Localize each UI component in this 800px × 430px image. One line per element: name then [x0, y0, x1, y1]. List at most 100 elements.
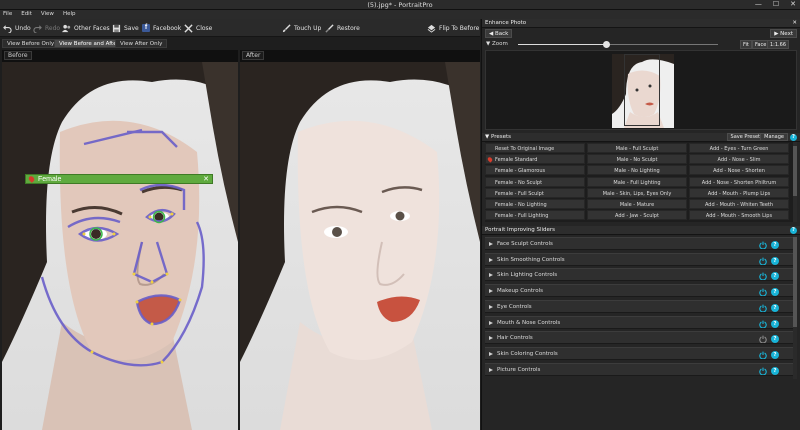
preset-item[interactable]: Add - Eyes - Turn Green — [689, 143, 789, 153]
facebook-button[interactable]: f Facebook — [142, 22, 181, 34]
power-toggle-icon[interactable] — [759, 241, 767, 249]
flip-to-before-button[interactable]: Flip To Before — [427, 22, 479, 34]
slider-group-row[interactable]: Skin Lighting Controls? — [485, 268, 793, 282]
sliders-scrollbar[interactable] — [793, 235, 797, 379]
menu-edit[interactable]: Edit — [21, 10, 32, 19]
presets-help-icon[interactable]: ? — [790, 134, 797, 141]
after-photo[interactable] — [240, 62, 480, 430]
back-label: Back — [494, 31, 509, 37]
preset-item[interactable]: Add - Nose - Shorten Philtrum — [689, 176, 789, 187]
save-button[interactable]: Save — [112, 22, 139, 34]
preset-item[interactable]: Add - Mouth - Plump Lips — [689, 187, 789, 198]
help-icon[interactable]: ? — [771, 256, 779, 265]
preset-item[interactable]: Male - No Sculpt — [587, 154, 687, 165]
preset-item[interactable]: Male - Skin, Lips, Eyes Only — [587, 187, 687, 198]
presets-scroll-thumb[interactable] — [793, 146, 797, 196]
preset-item[interactable]: Male - Full Sculpt — [587, 143, 687, 153]
touch-up-button[interactable]: Touch Up — [282, 22, 321, 34]
sliders-help-icon[interactable]: ? — [790, 227, 797, 234]
power-toggle-icon[interactable] — [759, 304, 767, 312]
face-tag-close-icon[interactable]: ✕ — [203, 175, 209, 184]
preset-item[interactable]: Female Standard — [485, 154, 585, 165]
preset-item[interactable]: Add - Nose - Slim — [689, 154, 789, 165]
expand-triangle-icon[interactable] — [489, 304, 493, 309]
help-icon[interactable]: ? — [771, 335, 779, 344]
preset-item[interactable]: Female - Glamorous — [485, 165, 585, 176]
preset-item[interactable]: Female - No Lighting — [485, 199, 585, 209]
slider-group-row[interactable]: Eye Controls? — [485, 299, 793, 313]
preset-item[interactable]: Female - No Sculpt — [485, 176, 585, 187]
redo-button[interactable]: Redo — [33, 22, 60, 34]
sliders-scroll-thumb[interactable] — [793, 237, 797, 327]
manage-presets-button[interactable]: Manage — [760, 133, 788, 141]
slider-group-row[interactable]: Skin Smoothing Controls? — [485, 252, 793, 266]
before-photo[interactable] — [2, 62, 238, 430]
slider-group-row[interactable]: Hair Controls? — [485, 331, 793, 345]
power-toggle-icon[interactable] — [759, 367, 767, 375]
power-toggle-icon[interactable] — [759, 335, 767, 344]
face-gender-tag[interactable]: Female ✕ — [25, 174, 213, 184]
help-icon[interactable]: ? — [771, 288, 779, 297]
panel-close-icon[interactable]: ✕ — [792, 19, 797, 28]
power-toggle-icon[interactable] — [759, 351, 767, 359]
preset-item[interactable]: Add - Jaw - Sculpt — [587, 210, 687, 221]
expand-triangle-icon[interactable] — [489, 320, 493, 325]
preset-item[interactable]: Male - Full Lighting — [587, 176, 687, 187]
help-icon[interactable]: ? — [771, 303, 779, 312]
expand-triangle-icon[interactable] — [489, 257, 493, 262]
slider-group-row[interactable]: Face Sculpt Controls? — [485, 237, 793, 250]
preset-item[interactable]: Male - No Lighting — [587, 165, 687, 176]
tab-view-before-and-after[interactable]: View Before and After — [54, 39, 124, 48]
expand-triangle-icon[interactable] — [489, 242, 493, 246]
zoom-slider-thumb[interactable] — [602, 41, 610, 48]
next-button[interactable]: ▶ Next — [770, 29, 797, 38]
navigator-preview[interactable] — [485, 50, 797, 130]
tab-view-before-only[interactable]: View Before Only — [2, 39, 60, 48]
preset-item[interactable]: Reset To Original Image — [485, 143, 585, 153]
expand-triangle-icon[interactable] — [489, 289, 493, 294]
collapse-triangle-icon[interactable]: ▼ — [485, 134, 489, 140]
expand-triangle-icon[interactable] — [489, 336, 493, 341]
undo-button[interactable]: Undo — [3, 22, 31, 34]
help-icon[interactable]: ? — [771, 319, 779, 328]
preset-item[interactable]: Female - Full Lighting — [485, 210, 585, 221]
ratio-button[interactable]: 1:1.66 — [767, 40, 789, 49]
viewport-rectangle[interactable] — [624, 54, 660, 126]
maximize-button[interactable]: ☐ — [773, 0, 779, 8]
restore-button[interactable]: Restore — [325, 22, 360, 34]
help-icon[interactable]: ? — [771, 272, 779, 281]
power-toggle-icon[interactable] — [759, 272, 767, 281]
menu-view[interactable]: View — [41, 10, 54, 19]
menu-help[interactable]: Help — [63, 10, 76, 19]
preset-item[interactable]: Female - Full Sculpt — [485, 187, 585, 198]
close-window-button[interactable]: ✕ — [790, 0, 796, 8]
brush-icon — [282, 23, 291, 32]
preset-item[interactable]: Add - Nose - Shorten — [689, 165, 789, 176]
expand-triangle-icon[interactable] — [489, 351, 493, 356]
help-icon[interactable]: ? — [771, 241, 779, 249]
expand-triangle-icon[interactable] — [489, 273, 493, 278]
slider-group-row[interactable]: Makeup Controls? — [485, 284, 793, 298]
slider-group-row[interactable]: Picture Controls? — [485, 362, 793, 376]
preset-item[interactable]: Add - Mouth - Smooth Lips — [689, 210, 789, 221]
close-button[interactable]: Close — [184, 22, 212, 34]
slider-group-row[interactable]: Mouth & Nose Controls? — [485, 315, 793, 329]
slider-group-row[interactable]: Skin Coloring Controls? — [485, 346, 793, 360]
slider-group-label: Makeup Controls — [497, 288, 543, 295]
power-toggle-icon[interactable] — [759, 320, 767, 328]
save-preset-button[interactable]: Save Preset — [726, 133, 764, 141]
expand-triangle-icon[interactable] — [489, 367, 493, 372]
tab-view-after-only[interactable]: View After Only — [115, 39, 168, 48]
minimize-button[interactable]: — — [755, 0, 762, 8]
preset-item[interactable]: Add - Mouth - Whiten Teeth — [689, 199, 789, 209]
other-faces-button[interactable]: Other Faces — [62, 22, 110, 34]
power-toggle-icon[interactable] — [759, 257, 767, 265]
presets-scrollbar[interactable] — [793, 142, 797, 222]
menu-file[interactable]: File — [3, 10, 12, 19]
preset-item[interactable]: Male - Mature — [587, 199, 687, 209]
fit-button[interactable]: Fit — [740, 40, 752, 49]
help-icon[interactable]: ? — [771, 350, 779, 359]
help-icon[interactable]: ? — [771, 366, 779, 375]
back-button[interactable]: ◀ Back — [485, 29, 513, 38]
power-toggle-icon[interactable] — [759, 288, 767, 297]
